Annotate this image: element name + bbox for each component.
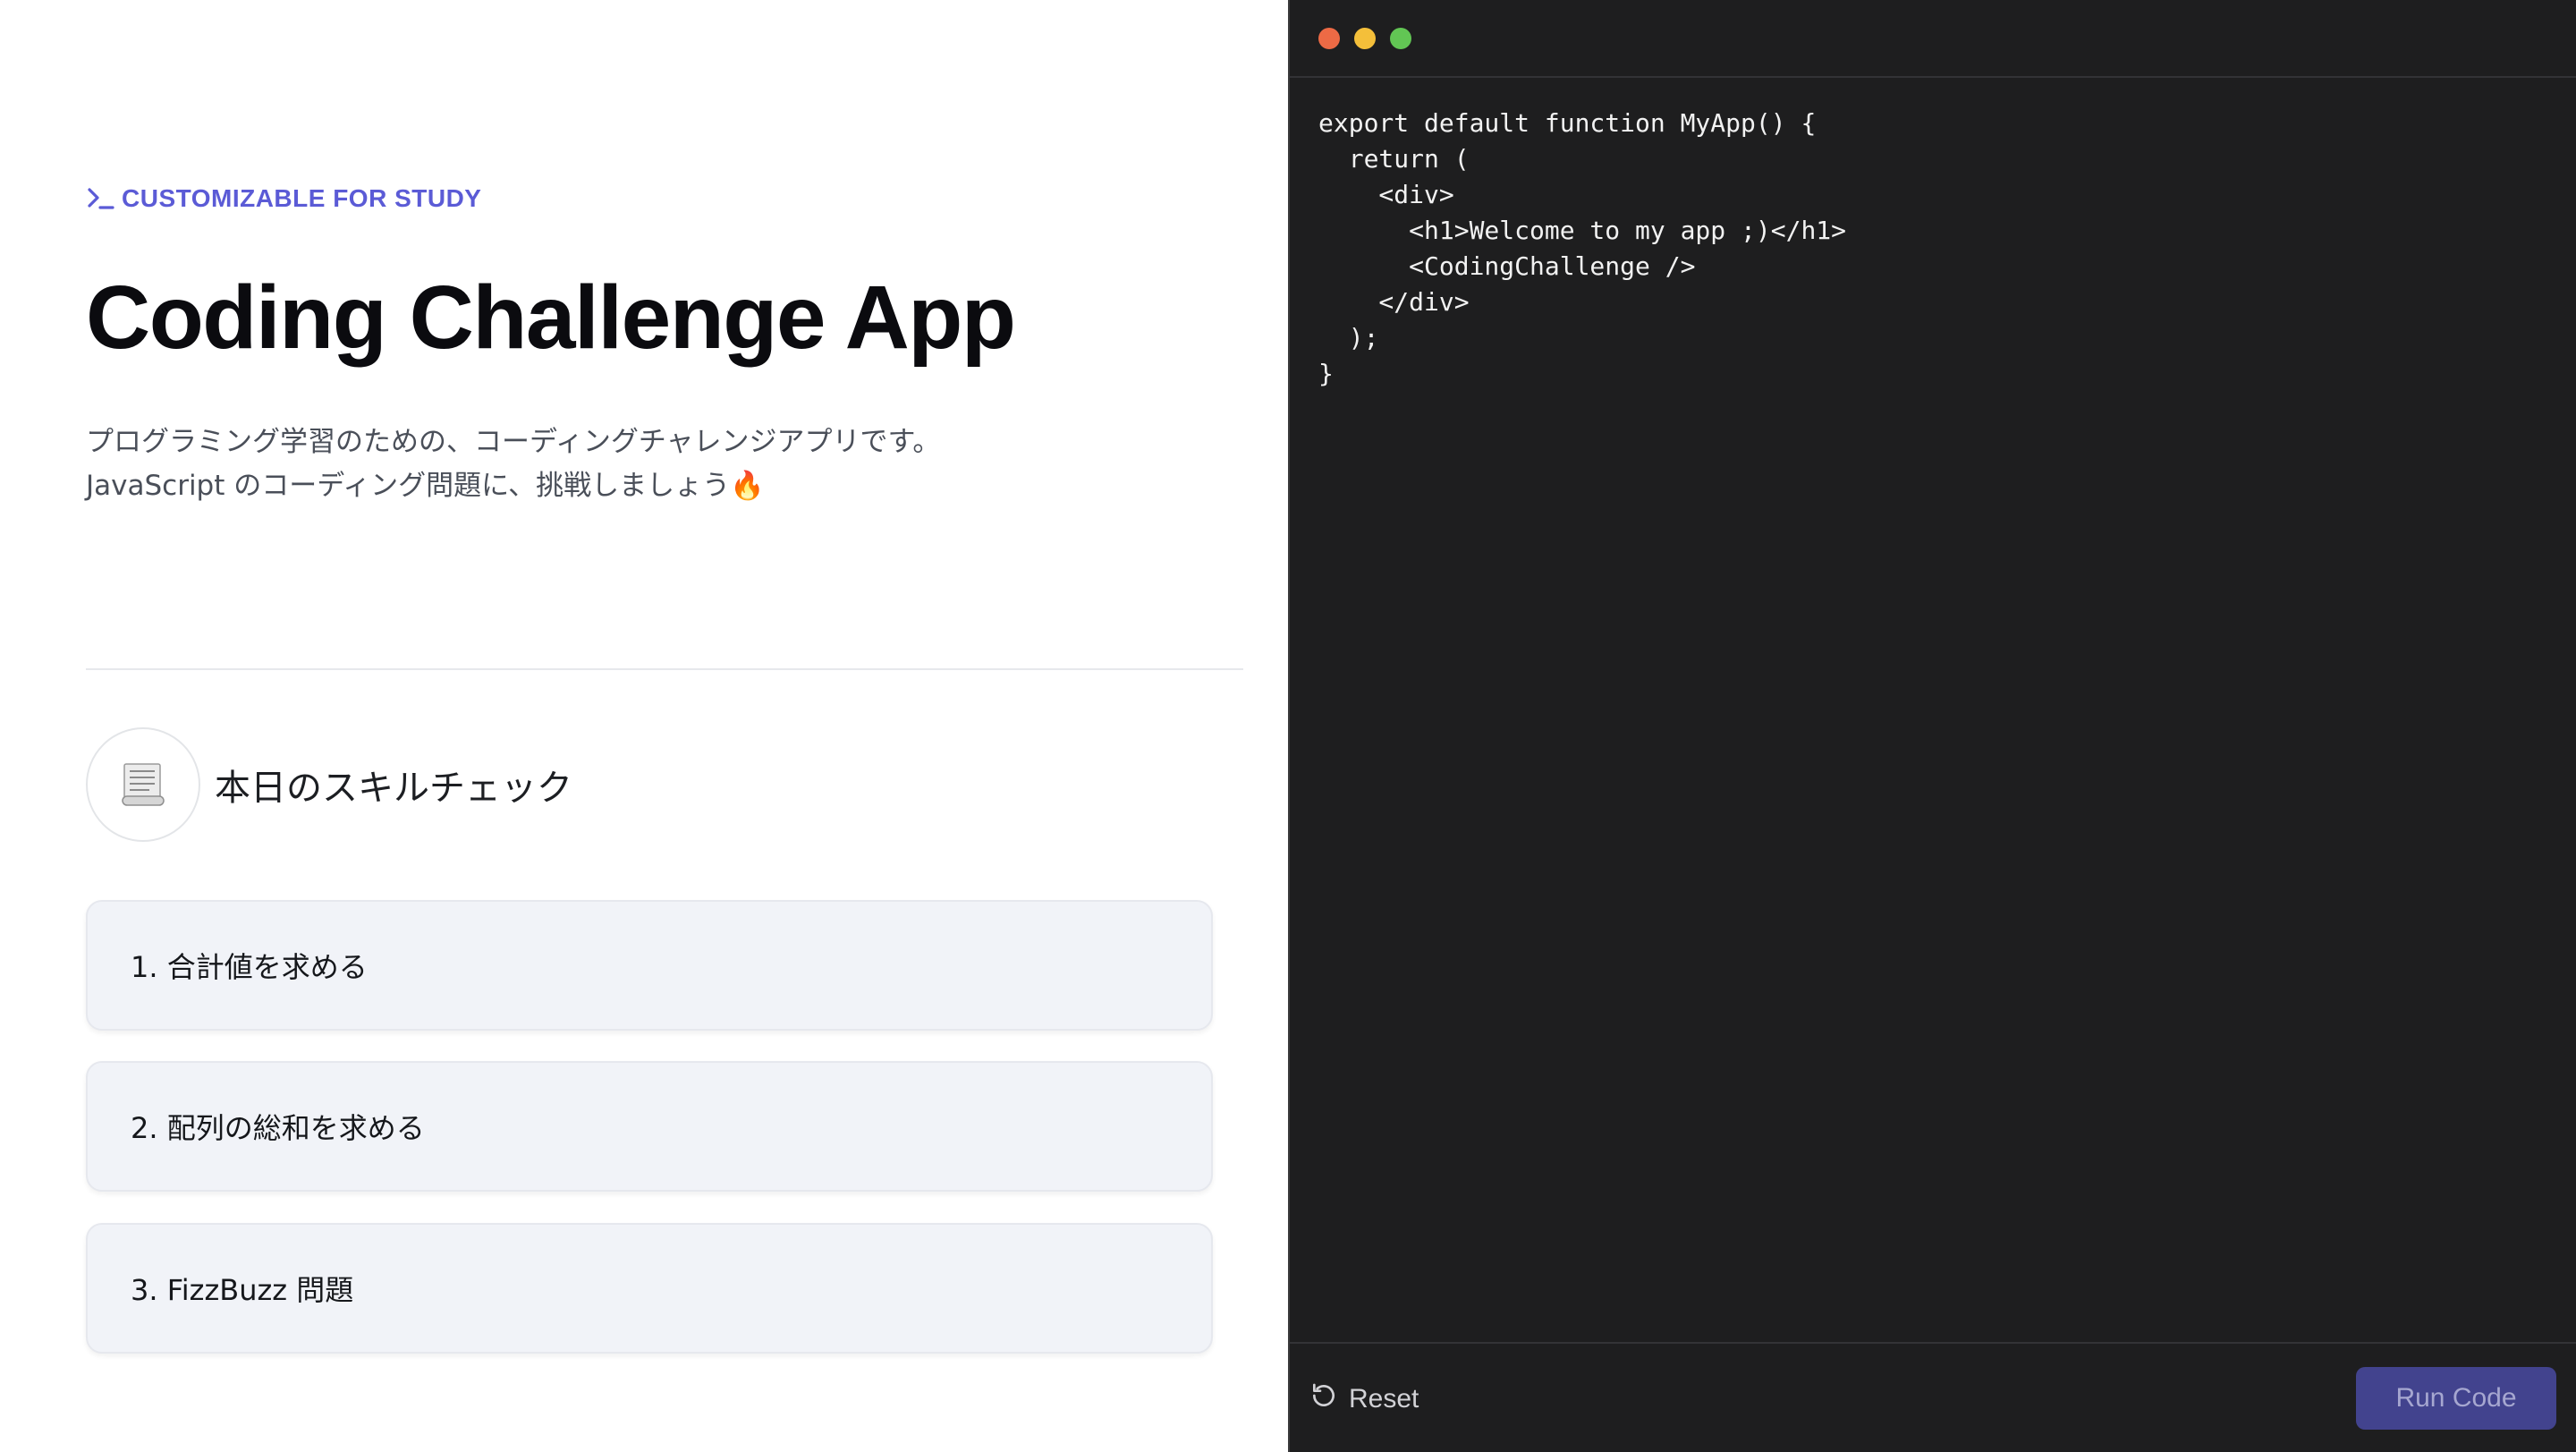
- close-window-button[interactable]: [1318, 28, 1340, 49]
- description-line-2: JavaScript のコーディング問題に、挑戦しましょう🔥: [86, 470, 765, 502]
- page-title: Coding Challenge App: [86, 267, 1016, 368]
- skill-section-title: 本日のスキルチェック: [215, 768, 572, 809]
- code-editor[interactable]: export default function MyApp() { return…: [1318, 106, 1846, 392]
- rotate-ccw-icon: [1309, 1381, 1338, 1417]
- minimize-window-button[interactable]: [1354, 28, 1376, 49]
- reset-label: Reset: [1349, 1384, 1419, 1414]
- zoom-window-button[interactable]: [1390, 28, 1411, 49]
- challenge-card-3[interactable]: 3. FizzBuzz 問題: [86, 1223, 1213, 1354]
- description-line-1: プログラミング学習のための、コーディングチャレンジアプリです。: [86, 426, 941, 458]
- scroll-icon: [86, 727, 200, 842]
- intro-panel: CUSTOMIZABLE FOR STUDY Coding Challenge …: [0, 0, 1288, 1452]
- editor-footer: Reset Run Code: [1290, 1342, 2576, 1452]
- eyebrow: CUSTOMIZABLE FOR STUDY: [86, 184, 481, 213]
- editor-titlebar: [1290, 0, 2576, 78]
- challenge-card-2[interactable]: 2. 配列の総和を求める: [86, 1061, 1213, 1192]
- reset-button[interactable]: Reset: [1309, 1381, 1419, 1417]
- eyebrow-label: CUSTOMIZABLE FOR STUDY: [122, 184, 482, 212]
- page-description: プログラミング学習のための、コーディングチャレンジアプリです。 JavaScri…: [86, 420, 940, 508]
- code-editor-panel: export default function MyApp() { return…: [1288, 0, 2576, 1452]
- skill-section-header: 本日のスキルチェック: [86, 727, 572, 842]
- run-code-button[interactable]: Run Code: [2356, 1367, 2556, 1430]
- challenge-card-1[interactable]: 1. 合計値を求める: [86, 900, 1213, 1031]
- terminal-prompt-icon: [86, 185, 116, 212]
- divider: [86, 668, 1243, 670]
